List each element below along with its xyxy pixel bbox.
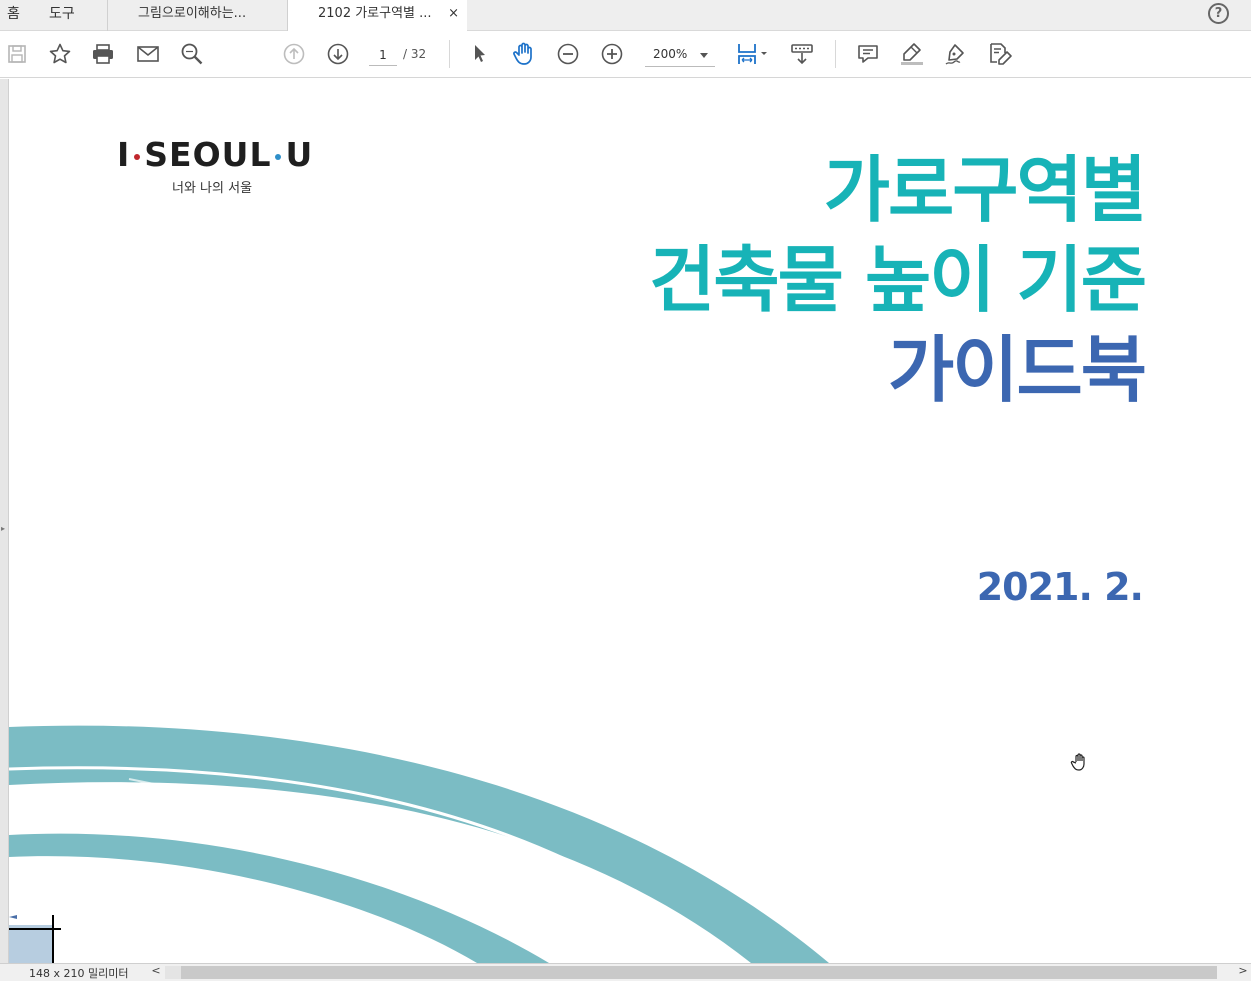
logo-i: I [117,135,131,174]
scrollbar-thumb[interactable] [181,966,1217,979]
highlight-icon[interactable] [899,41,925,67]
zoom-in-icon[interactable] [599,41,625,67]
page-size-label: 148 x 210 밀리미터 [29,967,129,980]
crop-mark-graphic [9,915,61,963]
logo-seoul: SEOUL [144,135,272,174]
tab-document-1[interactable]: 그림으로이해하는... [107,0,287,31]
comment-icon[interactable] [855,41,881,67]
save-icon[interactable] [4,41,30,67]
next-page-icon[interactable] [325,41,351,67]
tab-document-2[interactable]: 2102 가로구역별 ... × [287,0,467,32]
scroll-left-arrow[interactable]: < [148,964,164,981]
horizontal-scrollbar[interactable] [165,966,1217,979]
pdf-viewer-window: 홈 도구 그림으로이해하는... 2102 가로구역별 ... × ? 1 / … [0,0,1251,981]
bookmark-star-icon[interactable] [47,41,73,67]
zoom-out-icon[interactable] [555,41,581,67]
hand-tool-icon[interactable] [511,41,537,67]
left-panel-collapsed[interactable]: ▸ [0,79,9,963]
document-page: I SEOUL U 너와 나의 서울 가로구역별 건축물 높이 기준 가이드북 20… [9,79,1251,963]
toolbar-divider [835,40,836,68]
logo-tagline: 너와 나의 서울 [172,181,253,196]
tab-bar: 홈 도구 그림으로이해하는... 2102 가로구역별 ... × ? [0,0,1251,32]
close-icon[interactable]: × [448,0,459,28]
scroll-mode-icon[interactable] [789,41,815,67]
logo-blue-dot [275,153,282,160]
hand-cursor-icon [1070,753,1085,771]
page-total: / 32 [403,47,427,61]
chevron-down-icon [700,53,708,58]
search-icon[interactable] [179,41,205,67]
document-title-line-3: 가이드북 [888,328,1147,412]
scroll-right-arrow[interactable]: > [1235,964,1251,981]
edit-pdf-icon[interactable] [987,41,1013,67]
email-icon[interactable] [135,41,161,67]
tab-label: 2102 가로구역별 ... [318,6,432,21]
status-bar: 148 x 210 밀리미터 < > [0,963,1251,981]
seoul-logo: I SEOUL U 너와 나의 서울 [117,135,313,196]
help-icon[interactable]: ? [1208,3,1229,24]
tab-label: 그림으로이해하는... [138,6,247,21]
toolbar-divider [449,40,450,68]
zoom-value: 200% [653,47,688,61]
menu-home[interactable]: 홈 [7,0,20,31]
toolbar: / 32 200% [0,31,1251,78]
sign-icon[interactable] [943,41,969,67]
menu-tools[interactable]: 도구 [49,0,75,31]
previous-page-icon[interactable] [281,41,307,67]
page-number-input[interactable] [369,44,397,66]
expand-arrow-icon[interactable]: ▸ [1,524,5,533]
document-date: 2021. 2. [976,565,1144,609]
fit-page-icon[interactable] [735,41,771,67]
print-icon[interactable] [90,41,116,67]
zoom-select[interactable]: 200% [645,43,715,67]
select-pointer-icon[interactable] [467,41,493,67]
logo-u: U [285,135,314,174]
logo-red-dot [134,153,141,160]
logo-wordmark: I SEOUL U [117,135,313,174]
